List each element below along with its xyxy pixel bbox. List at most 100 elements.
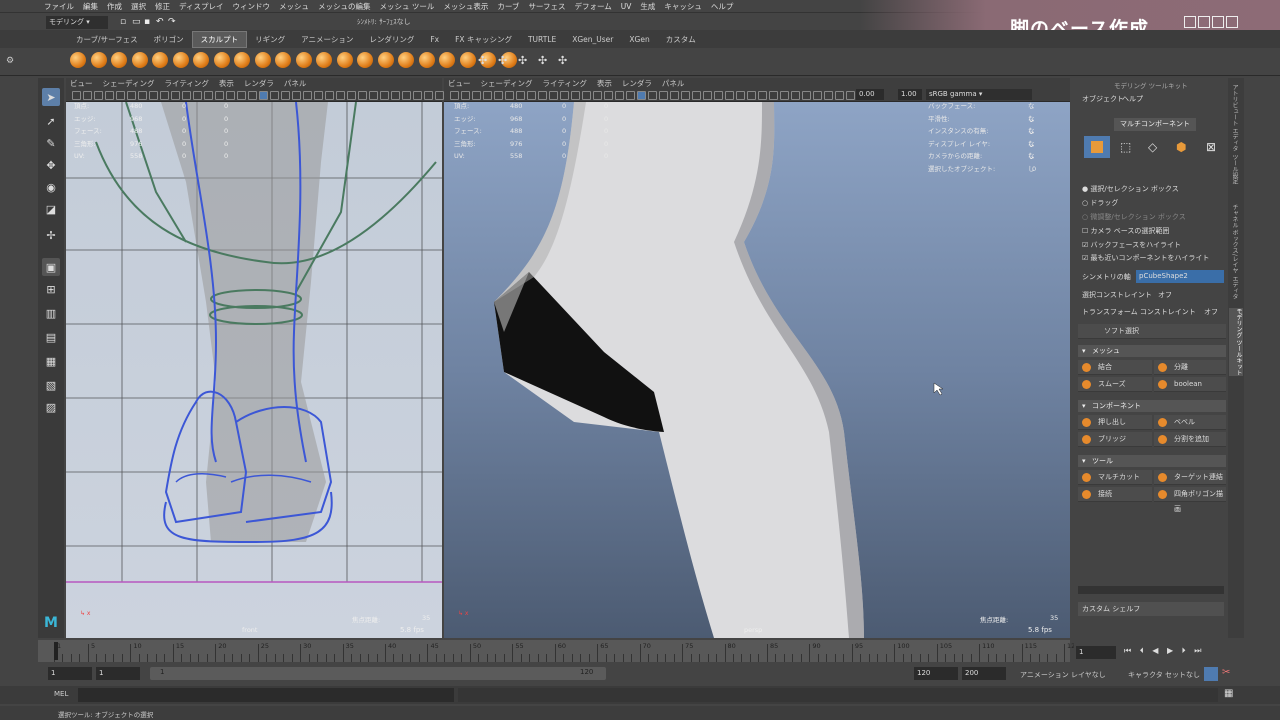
auto-key-icon[interactable] (1204, 667, 1218, 681)
viewport-tool-icon[interactable] (292, 91, 301, 100)
section-tools[interactable]: ツール (1078, 455, 1226, 467)
save-scene-icon[interactable]: ▪ (144, 17, 150, 27)
sculpt-brush-icon[interactable] (398, 52, 414, 68)
anim-end-field[interactable]: 200 (962, 667, 1006, 680)
panel-menu-object[interactable]: オブジェクト (1082, 94, 1124, 104)
viewport-menu-item[interactable]: 表示 (597, 78, 612, 89)
sculpt-brush-icon[interactable] (152, 52, 168, 68)
tab-channel-box[interactable]: チャネル ボックス/レイヤ エディタ (1230, 204, 1239, 300)
mel-label[interactable]: MEL (54, 690, 68, 698)
viewport-tool-icon[interactable] (505, 91, 514, 100)
shelf-tab-7[interactable]: FX キャッシング (447, 32, 520, 47)
soft-select-button[interactable]: ソフト選択 (1078, 324, 1226, 339)
shelf-tab-9[interactable]: XGen_User (564, 33, 621, 46)
scale-tool-icon[interactable]: ◪ (42, 200, 60, 218)
viewport-tool-icon[interactable] (193, 91, 202, 100)
sculpt-extra-icon[interactable]: ✣ (478, 54, 487, 67)
open-scene-icon[interactable]: ▭ (132, 17, 141, 27)
custom-shelf-label[interactable]: カスタム シェルフ (1078, 602, 1224, 616)
menu-7[interactable]: メッシュ (279, 1, 309, 12)
viewport-tool-icon[interactable] (171, 91, 180, 100)
rotate-tool-icon[interactable]: ◉ (42, 178, 60, 196)
viewport-tool-icon[interactable] (703, 91, 712, 100)
viewport-tool-icon[interactable] (549, 91, 558, 100)
lasso-tool-icon[interactable]: ➚ (42, 112, 60, 130)
single-view-icon[interactable]: ▣ (42, 258, 60, 276)
colorspace-dropdown[interactable]: sRGB gamma ▾ (926, 89, 1032, 100)
viewport-tool-icon[interactable] (648, 91, 657, 100)
viewport-tool-icon[interactable] (582, 91, 591, 100)
viewport-tool-icon[interactable] (314, 91, 323, 100)
viewport-tool-icon[interactable] (105, 91, 114, 100)
option-tweak[interactable]: ○ 微調整/セレクション ボックス (1082, 212, 1186, 222)
current-frame-field[interactable]: 1 (1076, 646, 1116, 659)
multicut-button[interactable]: マルチカット (1078, 470, 1152, 485)
menu-17[interactable]: ヘルプ (711, 1, 734, 12)
persp-canvas[interactable]: 頂点: 480 0 0 エッジ: 968 0 0 フェース: 488 0 0 三角形: 976 0 0 UV: 5… (444, 102, 1070, 638)
shelf-tab-8[interactable]: TURTLE (520, 33, 564, 46)
viewport-tool-icon[interactable] (659, 91, 668, 100)
current-frame-marker[interactable] (54, 642, 58, 660)
viewport-tool-icon[interactable] (435, 91, 444, 100)
shelf-tab-10[interactable]: XGen (621, 33, 657, 46)
viewport-tool-icon[interactable] (138, 91, 147, 100)
separate-button[interactable]: 分離 (1154, 360, 1226, 375)
viewport-menu-item[interactable]: レンダラ (244, 78, 274, 89)
viewport-tool-icon[interactable] (527, 91, 536, 100)
viewport-tool-icon[interactable] (516, 91, 525, 100)
tab-attribute-editor[interactable]: アトリビュート エディタ (1230, 84, 1239, 152)
transform-constraint-value[interactable]: オフ (1204, 307, 1218, 317)
viewport-tool-icon[interactable] (72, 91, 81, 100)
check-nearest[interactable]: ☑ 最も近いコンポーネントをハイライト (1082, 253, 1209, 263)
graph-view-icon[interactable]: ▦ (42, 352, 60, 370)
sculpt-brush-icon[interactable] (459, 52, 476, 68)
viewport-tool-icon[interactable] (560, 91, 569, 100)
viewport-tool-icon[interactable] (380, 91, 389, 100)
viewport-tool-icon[interactable] (83, 91, 92, 100)
sculpt-brush-icon[interactable] (336, 52, 353, 68)
viewport-tool-icon[interactable] (248, 91, 257, 100)
menu-4[interactable]: 修正 (155, 1, 170, 12)
anim-start-field[interactable]: 1 (48, 667, 92, 680)
viewport-tool-icon[interactable] (494, 91, 503, 100)
viewport-tool-icon[interactable] (637, 91, 646, 100)
viewport-tool-icon[interactable] (204, 91, 213, 100)
time-slider[interactable]: 1 5 10 15 20 25 30 35 40 45 50 55 60 65 70 75 80 85 90 95 10… (38, 640, 1079, 662)
shelf-tab-11[interactable]: カスタム (658, 32, 704, 47)
viewport-tool-icon[interactable] (758, 91, 767, 100)
section-component[interactable]: コンポーネント (1078, 400, 1226, 412)
four-view-icon[interactable]: ⊞ (42, 280, 60, 298)
viewport-tool-icon[interactable] (824, 91, 833, 100)
viewport-tool-icon[interactable] (127, 91, 136, 100)
sculpt-extra-icon[interactable]: ✣ (538, 54, 547, 67)
sculpt-brush-icon[interactable] (295, 52, 312, 68)
two-view-icon[interactable]: ▥ (42, 304, 60, 322)
viewport-tool-icon[interactable] (626, 91, 635, 100)
menu-6[interactable]: ウィンドウ (232, 1, 270, 12)
front-canvas[interactable]: 頂点: 480 0 0 エッジ: 968 0 0 フェース: 488 0 0 三角形: 976 0 0 UV: 5… (66, 102, 442, 638)
viewport-tool-icon[interactable] (358, 91, 367, 100)
connect-button[interactable]: 接続 (1078, 487, 1152, 502)
viewport-tool-icon[interactable] (593, 91, 602, 100)
render-view-icon[interactable]: ▧ (42, 376, 60, 394)
undo-icon[interactable]: ↶ (156, 17, 164, 27)
viewport-tool-icon[interactable] (237, 91, 246, 100)
shelf-options-icon[interactable]: ⚙ (6, 56, 14, 66)
shelf-tab-3[interactable]: リギング (247, 32, 293, 47)
viewport-tool-icon[interactable] (336, 91, 345, 100)
sculpt-brush-icon[interactable] (172, 52, 189, 68)
sculpt-brush-icon[interactable] (357, 52, 373, 68)
menu-8[interactable]: メッシュの編集 (318, 1, 371, 12)
section-mesh[interactable]: メッシュ (1078, 345, 1226, 357)
menu-9[interactable]: メッシュ ツール (379, 1, 434, 12)
range-start-field[interactable]: 1 (96, 667, 140, 680)
viewport-tool-icon[interactable] (450, 91, 459, 100)
sculpt-extra-icon[interactable]: ✣ (558, 54, 567, 67)
panel-menu-help[interactable]: ヘルプ (1122, 94, 1143, 104)
layout-icon[interactable] (1226, 16, 1238, 28)
sculpt-brush-icon[interactable] (234, 52, 250, 68)
sculpt-brush-icon[interactable] (316, 52, 332, 68)
viewport-menu-item[interactable]: シェーディング (103, 78, 155, 89)
viewport-menu-item[interactable]: パネル (662, 78, 685, 89)
bridge-button[interactable]: ブリッジ (1078, 432, 1152, 447)
